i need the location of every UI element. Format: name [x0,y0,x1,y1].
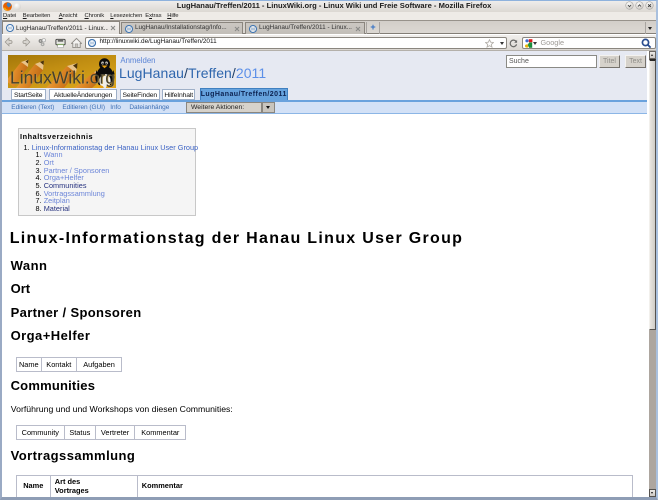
svg-text:M: M [90,41,94,46]
svg-text:M: M [251,26,255,31]
svg-text:LinuxWiki.org: LinuxWiki.org [10,67,115,87]
svg-text:M: M [8,26,12,31]
svg-text:M: M [127,26,131,31]
